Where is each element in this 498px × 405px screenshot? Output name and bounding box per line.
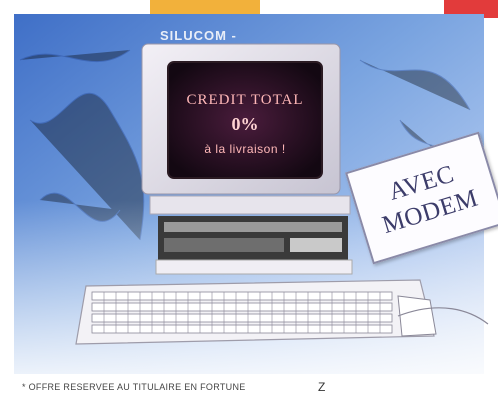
- footer-logo: Z: [318, 380, 326, 394]
- screen-line-delivery: à la livraison !: [204, 142, 286, 156]
- footer-caption: * OFFRE RESERVEE AU TITULAIRE EN FORTUNE: [22, 382, 246, 392]
- brand-wordmark: SILUCOM -: [160, 28, 237, 43]
- system-unit: [149, 195, 351, 215]
- screen-line-rate: 0%: [231, 114, 259, 134]
- screen-line-credit: CREDIT TOTAL: [186, 92, 304, 108]
- top-banner: [150, 0, 260, 14]
- advertisement-photo: SILUCOM - CREDIT TOTAL 0% à la livraison…: [0, 0, 498, 405]
